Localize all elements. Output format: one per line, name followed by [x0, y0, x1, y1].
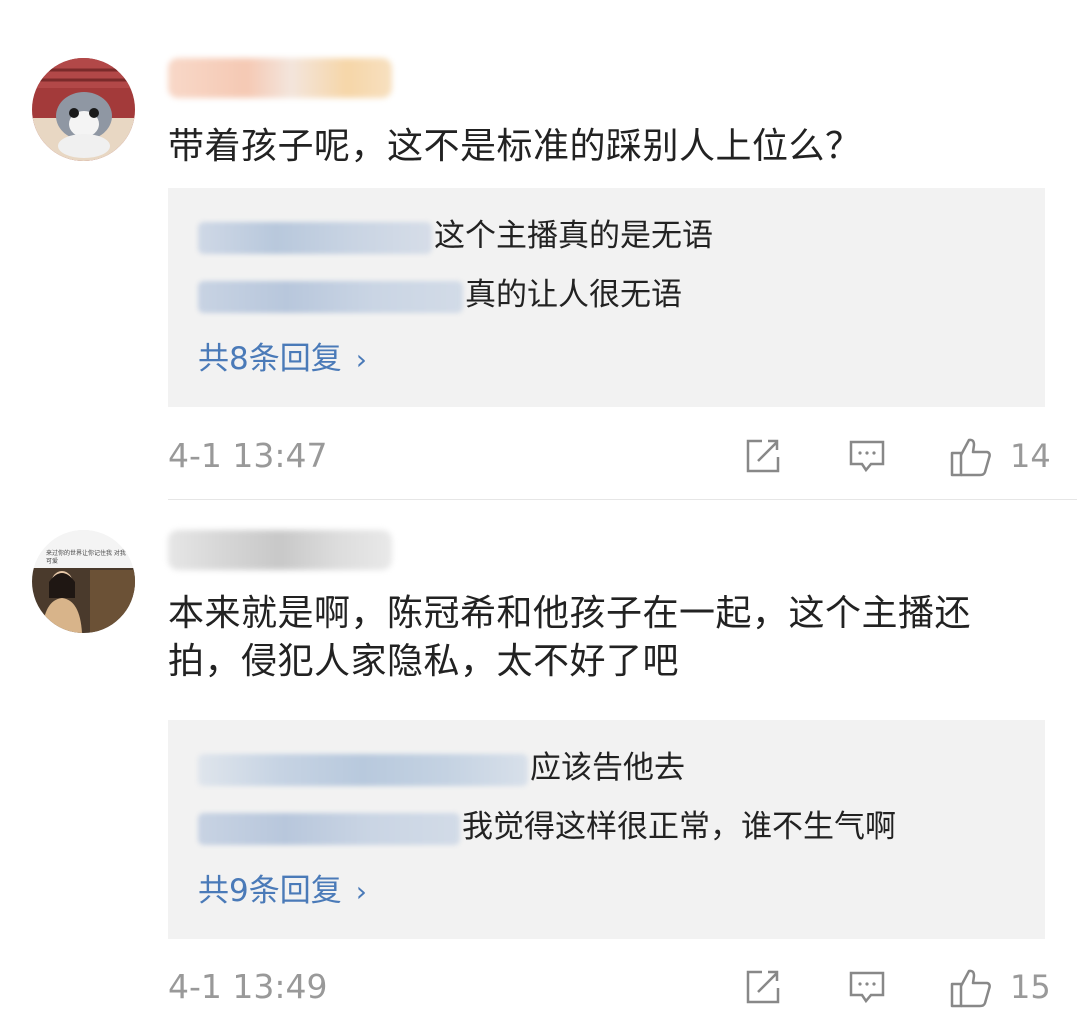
user-avatar[interactable]	[32, 58, 135, 161]
username[interactable]	[168, 58, 392, 98]
thumbs-up-icon[interactable]	[949, 967, 993, 1008]
reply-preview-box[interactable]: 这个主播真的是无语 真的让人很无语 共8条回复 ›	[168, 188, 1045, 407]
chevron-right-icon: ›	[355, 875, 367, 908]
reply-username[interactable]	[198, 753, 528, 786]
reply-text: 真的让人很无语	[465, 277, 682, 313]
comment-meta: 4-1 13:49 15	[168, 967, 1051, 1008]
like-count: 15	[1010, 968, 1051, 1006]
comment-icon[interactable]	[847, 436, 887, 476]
chevron-right-icon: ›	[355, 343, 367, 376]
comment-timestamp: 4-1 13:47	[168, 436, 328, 475]
reply-item[interactable]: 应该告他去	[198, 746, 685, 790]
comment-timestamp: 4-1 13:49	[168, 967, 328, 1006]
reply-text: 这个主播真的是无语	[434, 218, 713, 254]
share-icon[interactable]	[742, 436, 782, 476]
comment-divider	[168, 499, 1077, 500]
reply-text: 我觉得这样很正常，谁不生气啊	[462, 809, 896, 845]
view-all-replies-link[interactable]: 共8条回复 ›	[198, 339, 367, 380]
comment-text: 本来就是啊，陈冠希和他孩子在一起，这个主播还拍，侵犯人家隐私，太不好了吧	[168, 593, 972, 682]
reply-username[interactable]	[198, 812, 460, 845]
view-all-replies-label: 共8条回复	[198, 341, 342, 377]
comment-meta: 4-1 13:47 14	[168, 436, 1051, 477]
like-count: 14	[1010, 437, 1051, 475]
reply-item[interactable]: 真的让人很无语	[198, 273, 682, 317]
view-all-replies-link[interactable]: 共9条回复 ›	[198, 871, 367, 912]
user-avatar[interactable]: 来过你的世界让你记住我 对我可爱	[32, 530, 135, 633]
comment-text: 带着孩子呢，这不是标准的踩别人上位么？	[168, 126, 862, 167]
share-icon[interactable]	[742, 967, 782, 1007]
reply-username[interactable]	[198, 221, 432, 254]
reply-preview-box[interactable]: 应该告他去 我觉得这样很正常，谁不生气啊 共9条回复 ›	[168, 720, 1045, 939]
thumbs-up-icon[interactable]	[949, 436, 993, 477]
username[interactable]	[168, 530, 392, 570]
view-all-replies-label: 共9条回复	[198, 873, 342, 909]
reply-username[interactable]	[198, 280, 463, 313]
reply-item[interactable]: 我觉得这样很正常，谁不生气啊	[198, 805, 896, 849]
reply-text: 应该告他去	[530, 750, 685, 786]
comment-icon[interactable]	[847, 967, 887, 1007]
avatar-caption: 来过你的世界让你记住我 对我可爱	[46, 550, 126, 565]
reply-item[interactable]: 这个主播真的是无语	[198, 214, 713, 258]
